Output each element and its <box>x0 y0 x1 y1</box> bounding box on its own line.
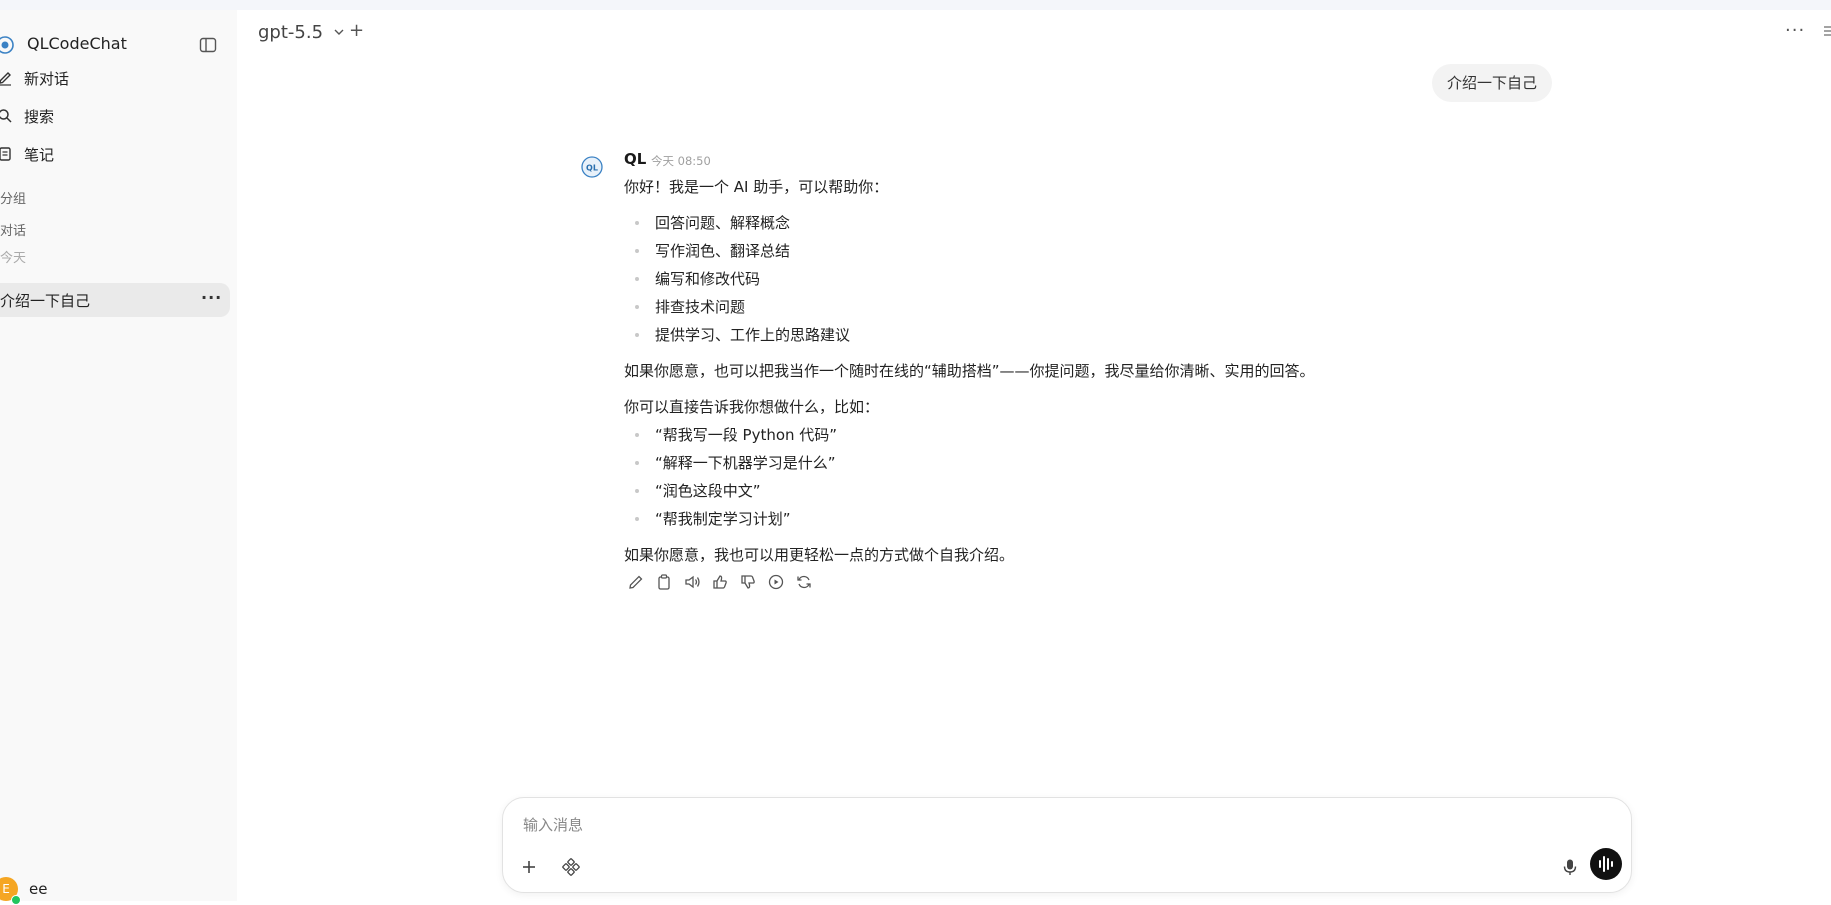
chat-item[interactable]: 介绍一下自己 ··· <box>0 283 230 317</box>
nav-new-chat-label: 新对话 <box>24 70 70 88</box>
app-logo-icon <box>0 36 14 54</box>
list-item: “帮我制定学习计划” <box>635 510 791 528</box>
speaker-icon[interactable] <box>683 573 701 591</box>
list-item: 提供学习、工作上的思路建议 <box>634 326 851 344</box>
svg-text:QL: QL <box>586 164 598 173</box>
microphone-icon[interactable] <box>1560 857 1580 877</box>
nav-notes-label: 笔记 <box>24 146 55 164</box>
section-groups[interactable]: 分组 <box>0 188 26 207</box>
plus-icon[interactable] <box>519 857 539 877</box>
edit-icon[interactable] <box>627 573 645 591</box>
list-item: “解释一下机器学习是什么” <box>635 454 836 472</box>
copy-icon[interactable] <box>655 573 673 591</box>
app-title: QLCodeChat <box>27 34 127 53</box>
edit-icon <box>0 72 11 86</box>
list-item: 回答问题、解释概念 <box>634 214 791 232</box>
top-strip <box>0 0 1831 10</box>
list-item: 写作润色、翻译总结 <box>634 242 791 260</box>
section-chats[interactable]: 对话 <box>0 220 26 239</box>
chevron-down-icon <box>334 29 344 35</box>
settings-icon[interactable] <box>1822 24 1831 38</box>
list-item: “帮我写一段 Python 代码” <box>634 426 838 444</box>
regenerate-icon[interactable] <box>795 573 813 591</box>
search-icon <box>0 109 12 123</box>
section-today: 今天 <box>0 251 27 266</box>
bot-closing: 如果你愿意，我也可以用更轻松一点的方式做个自我介绍。 <box>624 546 1015 564</box>
user-name: ee <box>29 880 48 898</box>
model-name: gpt-5.5 <box>258 22 324 43</box>
nav-search-label: 搜索 <box>24 108 55 126</box>
new-chat-plus-button[interactable]: + <box>349 20 364 41</box>
bot-avatar-icon: QL <box>581 156 603 178</box>
list-item: 排查技术问题 <box>634 298 746 316</box>
bot-name: QL <box>624 150 647 168</box>
bot-paragraph-2: 你可以直接告诉我你想做什么，比如： <box>624 398 880 416</box>
message-timestamp: 今天 08:50 <box>651 154 711 168</box>
user-message-bubble: 介绍一下自己 <box>1432 64 1553 102</box>
list-item: “润色这段中文” <box>635 482 761 500</box>
nav-search[interactable]: 搜索 <box>0 101 237 131</box>
model-selector[interactable]: gpt-5.5 <box>258 22 344 46</box>
online-status-dot <box>11 895 21 905</box>
header-more-button[interactable]: ··· <box>1785 20 1805 41</box>
list-item: 编写和修改代码 <box>634 270 761 288</box>
chat-item-label: 介绍一下自己 <box>0 292 91 310</box>
tools-icon[interactable] <box>561 857 581 877</box>
message-input[interactable] <box>521 812 1605 838</box>
bot-paragraph-1: 如果你愿意，也可以把我当作一个随时在线的“辅助搭档”——你提问题，我尽量给你清晰… <box>624 362 1315 380</box>
nav-notes[interactable]: 笔记 <box>0 139 237 169</box>
waveform-icon <box>1599 856 1613 872</box>
thumbs-down-icon[interactable] <box>739 573 757 591</box>
play-icon[interactable] <box>767 573 785 591</box>
bot-intro: 你好！我是一个 AI 助手，可以帮助你： <box>624 178 889 196</box>
sidebar: QLCodeChat 新对话 搜索 笔记 分组 对话 今天 介绍一下自己 ···… <box>0 10 237 905</box>
nav-new-chat[interactable]: 新对话 <box>0 63 237 93</box>
message-composer <box>502 797 1632 893</box>
voice-mode-button[interactable] <box>1590 848 1622 880</box>
chat-item-more-button[interactable]: ··· <box>201 288 222 307</box>
sidebar-toggle-icon[interactable] <box>199 36 217 54</box>
thumbs-up-icon[interactable] <box>711 573 729 591</box>
notes-icon <box>0 147 11 161</box>
